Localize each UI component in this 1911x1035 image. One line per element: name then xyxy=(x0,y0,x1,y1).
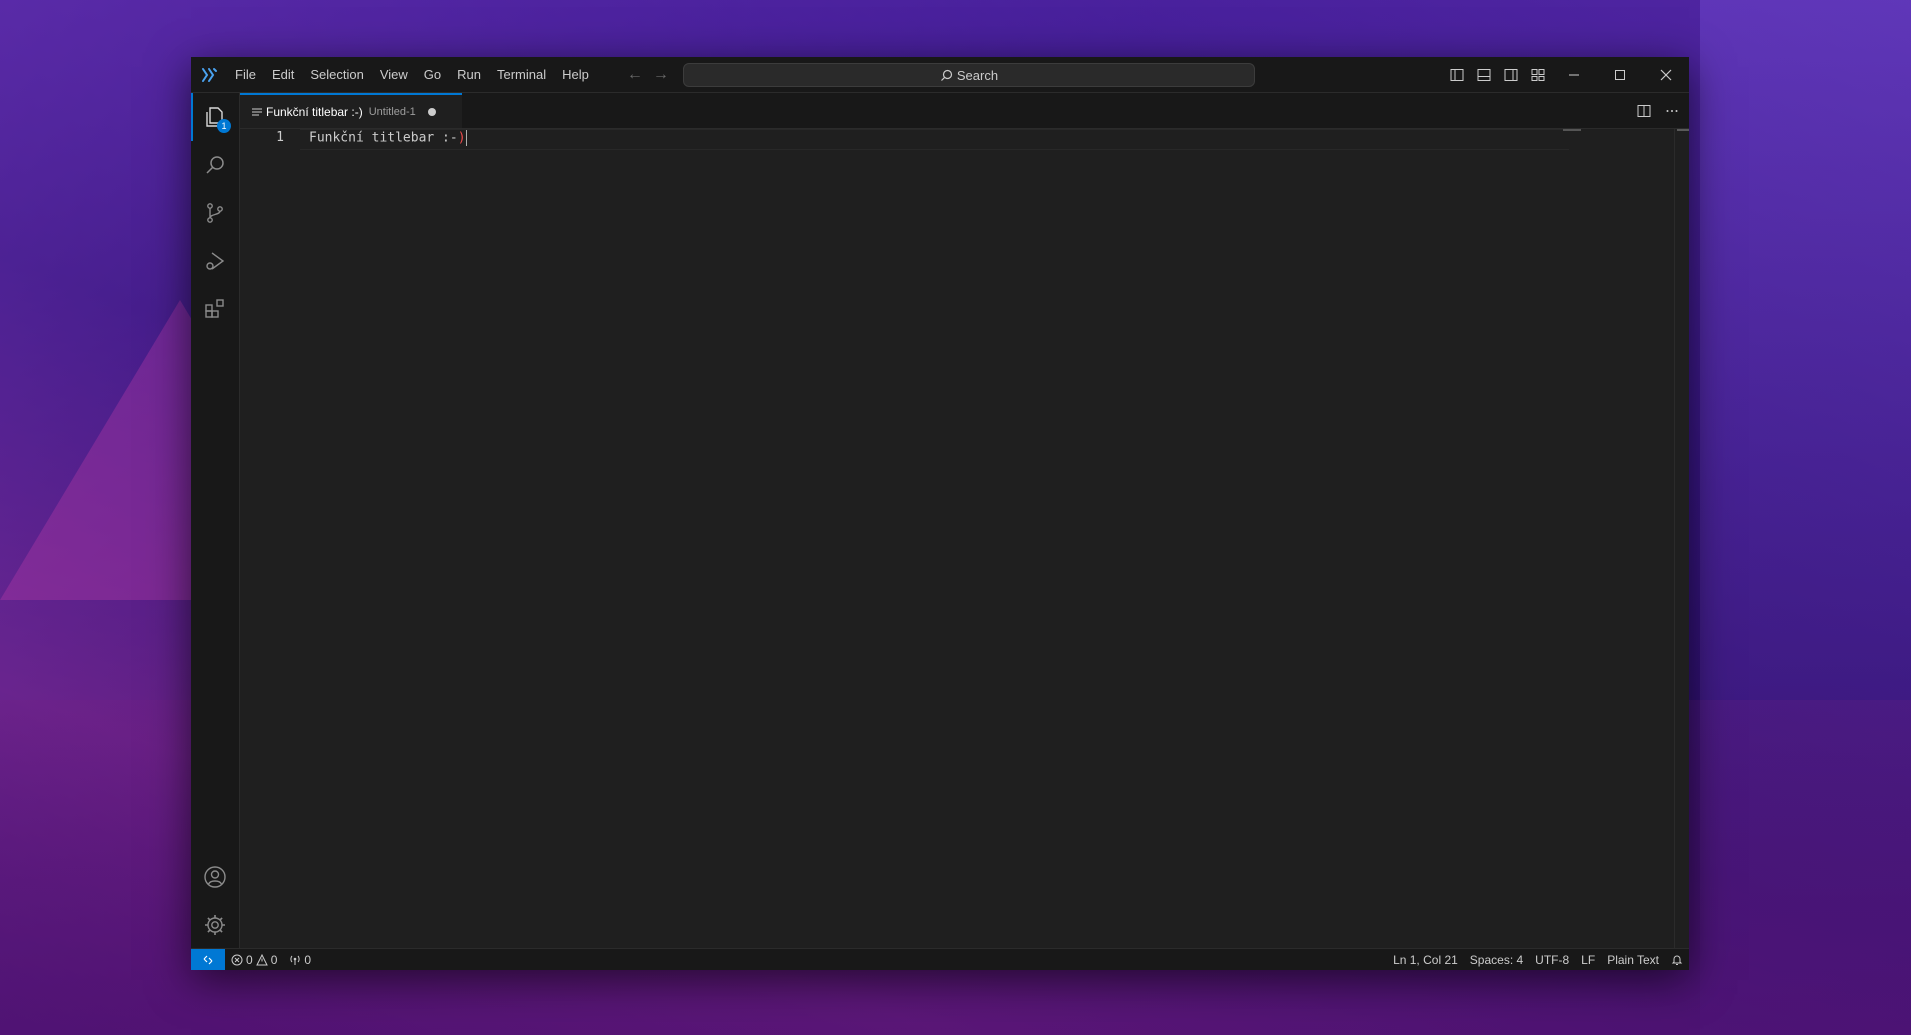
activity-search[interactable] xyxy=(191,141,239,189)
current-line-highlight xyxy=(300,129,1569,150)
titlebar-controls xyxy=(1443,57,1689,92)
close-icon xyxy=(1660,69,1672,80)
extensions-icon xyxy=(205,299,224,318)
minimap[interactable] xyxy=(1563,129,1581,131)
search-icon xyxy=(940,69,952,81)
tab-description: Untitled-1 xyxy=(368,105,416,118)
search-input[interactable]: Search xyxy=(683,63,1255,87)
activity-manage[interactable] xyxy=(191,901,239,949)
customize-layout-icon[interactable] xyxy=(1524,57,1551,92)
status-right: Ln 1, Col 21 Spaces: 4 UTF-8 LF Plain Te… xyxy=(1387,949,1689,970)
cursor-position[interactable]: Ln 1, Col 21 xyxy=(1387,949,1464,970)
toggle-primary-sidebar-icon[interactable] xyxy=(1443,57,1470,92)
line-number: 1 xyxy=(276,130,284,145)
split-editor-icon[interactable] xyxy=(1637,104,1651,118)
explorer-badge: 1 xyxy=(217,119,231,133)
activity-accounts[interactable] xyxy=(191,853,239,901)
menu-terminal[interactable]: Terminal xyxy=(489,57,554,92)
menu-help[interactable]: Help xyxy=(554,57,597,92)
error-icon xyxy=(231,954,243,965)
tab-bar: Funkční titlebar :-) Untitled-1 xyxy=(240,93,1689,129)
search-icon xyxy=(206,156,224,174)
app-logo-icon[interactable] xyxy=(191,57,227,92)
code-text: Funkční titlebar :- xyxy=(309,130,458,146)
editor-window: File Edit Selection View Go Run Terminal… xyxy=(191,57,1689,970)
back-arrow-icon[interactable]: ← xyxy=(627,66,643,84)
language-mode[interactable]: Plain Text xyxy=(1601,949,1665,970)
problems-indicator[interactable]: 0 0 xyxy=(225,949,283,970)
maximize-icon xyxy=(1615,69,1625,80)
account-icon xyxy=(204,866,226,888)
indentation[interactable]: Spaces: 4 xyxy=(1464,949,1529,970)
minimize-icon xyxy=(1569,74,1579,75)
menu-file[interactable]: File xyxy=(227,57,264,92)
tab-untitled-1[interactable]: Funkční titlebar :-) Untitled-1 xyxy=(240,93,462,128)
activity-bar: 1 xyxy=(191,93,240,949)
warning-count: 0 xyxy=(270,952,278,967)
activity-explorer[interactable]: 1 xyxy=(191,93,239,141)
text-cursor xyxy=(465,130,467,146)
unsaved-dot-icon[interactable] xyxy=(427,107,436,116)
forward-arrow-icon[interactable]: → xyxy=(653,66,669,84)
activity-extensions[interactable] xyxy=(191,285,239,333)
toggle-panel-icon[interactable] xyxy=(1470,57,1497,92)
code-paren: ) xyxy=(457,130,466,146)
menu-view[interactable]: View xyxy=(372,57,416,92)
remote-indicator[interactable] xyxy=(191,949,225,970)
encoding[interactable]: UTF-8 xyxy=(1529,949,1575,970)
search-label: Search xyxy=(956,67,999,83)
remote-icon xyxy=(203,955,213,964)
menu-go[interactable]: Go xyxy=(416,57,449,92)
broadcast-icon xyxy=(290,955,301,965)
nav-arrows: ← → xyxy=(627,66,669,84)
plaintext-file-icon xyxy=(252,108,262,115)
toggle-secondary-sidebar-icon[interactable] xyxy=(1497,57,1524,92)
editor-area[interactable]: 1 Funkční titlebar :-) xyxy=(240,129,1689,949)
minimize-button[interactable] xyxy=(1551,57,1597,92)
more-actions-icon[interactable] xyxy=(1665,104,1679,118)
maximize-button[interactable] xyxy=(1597,57,1643,92)
code-line[interactable]: Funkční titlebar :-) xyxy=(309,130,467,146)
tab-title: Funkční titlebar :-) xyxy=(266,104,363,119)
titlebar: File Edit Selection View Go Run Terminal… xyxy=(191,57,1689,93)
tab-actions xyxy=(1637,93,1679,128)
menu-run[interactable]: Run xyxy=(449,57,489,92)
warning-icon xyxy=(255,953,268,965)
close-button[interactable] xyxy=(1643,57,1689,92)
ports-count: 0 xyxy=(304,952,312,967)
vertical-scrollbar[interactable] xyxy=(1674,129,1689,949)
ports-indicator[interactable]: 0 xyxy=(283,949,317,970)
menu-selection[interactable]: Selection xyxy=(302,57,371,92)
bell-icon xyxy=(1671,955,1683,965)
gear-icon xyxy=(205,915,225,935)
run-debug-icon xyxy=(206,252,225,270)
activity-run-debug[interactable] xyxy=(191,237,239,285)
error-count: 0 xyxy=(246,952,253,967)
source-control-icon xyxy=(207,203,223,223)
menu-edit[interactable]: Edit xyxy=(264,57,302,92)
notifications-bell[interactable] xyxy=(1665,949,1689,970)
end-of-line[interactable]: LF xyxy=(1575,949,1601,970)
menu-bar: File Edit Selection View Go Run Terminal… xyxy=(227,57,597,92)
activity-source-control[interactable] xyxy=(191,189,239,237)
status-bar: 0 0 0 Ln 1, Col 21 Spaces: 4 UTF-8 LF Pl… xyxy=(191,948,1689,970)
